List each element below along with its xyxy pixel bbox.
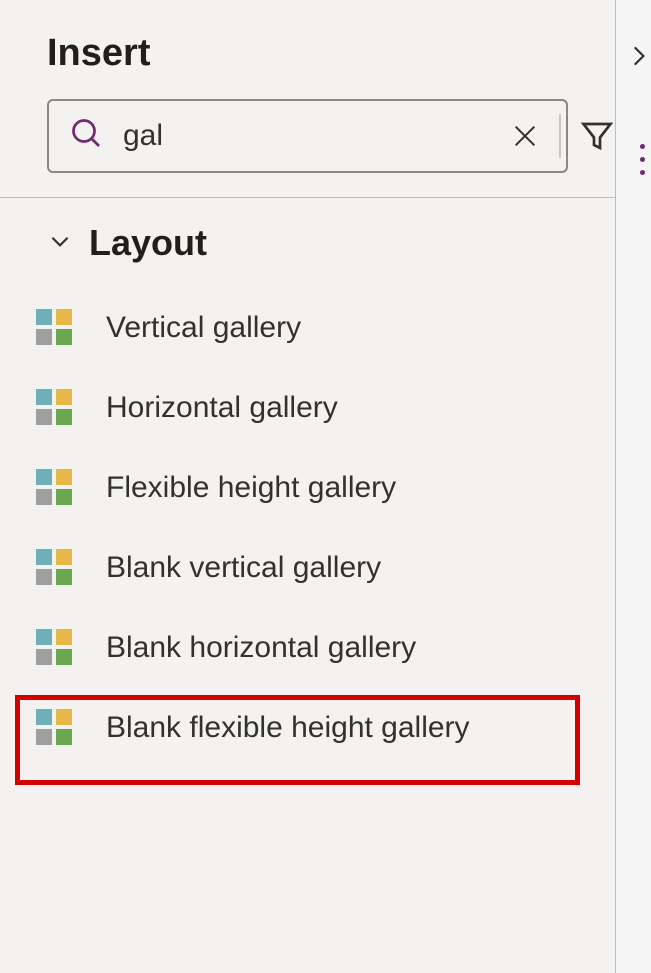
item-vertical-gallery[interactable]: Vertical gallery: [0, 288, 615, 368]
item-label: Blank horizontal gallery: [106, 631, 416, 665]
more-icon[interactable]: [640, 144, 645, 175]
gallery-icon: [36, 709, 74, 747]
chevron-down-icon[interactable]: [47, 228, 73, 259]
section-header[interactable]: Layout: [0, 222, 615, 264]
filter-icon[interactable]: [579, 118, 615, 154]
item-label: Horizontal gallery: [106, 391, 338, 425]
clear-icon[interactable]: [509, 120, 541, 152]
panel-title: Insert: [0, 0, 615, 99]
item-label: Blank flexible height gallery: [106, 711, 470, 745]
item-blank-flexible-height-gallery[interactable]: Blank flexible height gallery: [0, 688, 615, 768]
search-input[interactable]: [123, 119, 509, 153]
insert-panel: Insert: [0, 0, 615, 973]
right-edge: [615, 0, 651, 973]
item-blank-horizontal-gallery[interactable]: Blank horizontal gallery: [0, 608, 615, 688]
divider: [559, 114, 561, 158]
gallery-icon: [36, 389, 74, 427]
item-blank-vertical-gallery[interactable]: Blank vertical gallery: [0, 528, 615, 608]
item-label: Flexible height gallery: [106, 471, 396, 505]
gallery-icon: [36, 629, 74, 667]
gallery-icon: [36, 469, 74, 507]
item-label: Blank vertical gallery: [106, 551, 381, 585]
search-container: [47, 99, 568, 173]
gallery-icon: [36, 549, 74, 587]
item-flexible-height-gallery[interactable]: Flexible height gallery: [0, 448, 615, 528]
item-label: Vertical gallery: [106, 311, 301, 345]
section-title: Layout: [89, 222, 207, 264]
layout-section: Layout Vertical gallery Horizontal galle…: [0, 198, 615, 768]
gallery-icon: [36, 309, 74, 347]
search-icon: [69, 116, 105, 157]
chevron-right-icon[interactable]: [625, 36, 651, 81]
item-list: Vertical gallery Horizontal gallery Flex…: [0, 288, 615, 768]
item-horizontal-gallery[interactable]: Horizontal gallery: [0, 368, 615, 448]
